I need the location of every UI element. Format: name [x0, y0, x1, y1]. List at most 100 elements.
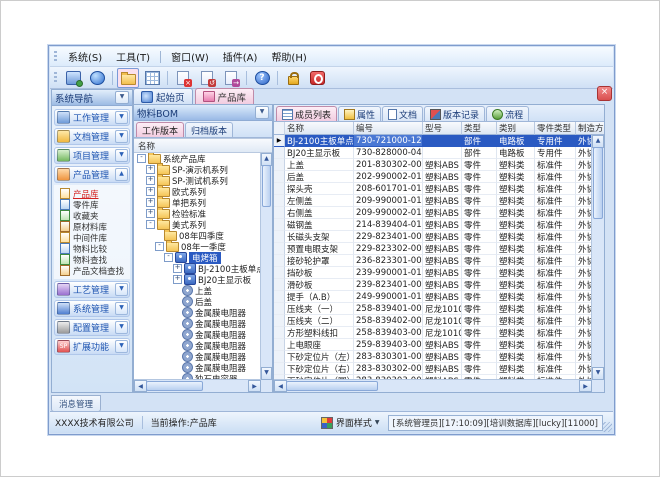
chevron-down-icon[interactable]: ▼: [115, 321, 128, 334]
sidebar-section-产品管理[interactable]: 产品管理▲: [54, 166, 130, 183]
sync-monitor-button[interactable]: [62, 68, 84, 88]
expand-icon[interactable]: +: [146, 165, 155, 174]
doc-delete-button[interactable]: [172, 68, 194, 88]
sidebar-item-物料比较[interactable]: 物料比较: [60, 243, 130, 254]
sidebar-section-系统管理[interactable]: 系统管理▼: [54, 300, 130, 317]
menu-item-2[interactable]: 工具(T): [109, 47, 157, 66]
expand-icon[interactable]: +: [146, 209, 155, 218]
table-row[interactable]: 左侧盖209-990001-01X塑料ABS零件塑料类标准件外协条: [274, 195, 592, 207]
table-row[interactable]: 预置电眼支架229-823302-00X塑料ABS零件塑料类标准件外协条: [274, 243, 592, 255]
detail-tab-文档[interactable]: 文档: [382, 106, 423, 121]
doc-refresh-button[interactable]: [196, 68, 218, 88]
ui-style-button[interactable]: 界面样式 ▼: [317, 416, 384, 429]
detail-tab-属性[interactable]: 属性: [338, 106, 381, 121]
table-row[interactable]: 下砂定位片（左）283-830301-00X塑料ABS零件塑料类标准件外协条: [274, 351, 592, 363]
chevron-down-icon[interactable]: ▼: [115, 149, 128, 162]
scroll-thumb[interactable]: [593, 147, 603, 219]
scroll-right-arrow[interactable]: ▶: [248, 380, 261, 392]
expand-icon[interactable]: +: [146, 187, 155, 196]
tree-node-金属膜电阻器[interactable]: 金属膜电阻器: [134, 362, 261, 373]
table-row[interactable]: 上盖201-830302-00X塑料ABS零件塑料类标准件外协条: [274, 159, 592, 171]
expand-icon[interactable]: +: [146, 176, 155, 185]
chevron-down-icon[interactable]: ▼: [115, 111, 128, 124]
sidebar-item-零件库[interactable]: 零件库: [60, 199, 130, 210]
column-header-类别[interactable]: 类别: [497, 122, 535, 135]
lock-button[interactable]: [282, 68, 304, 88]
bom-tab-归档版本[interactable]: 归档版本: [185, 122, 233, 137]
sidebar-section-扩展功能[interactable]: 扩展功能▼: [54, 338, 130, 355]
scroll-right-arrow[interactable]: ▶: [579, 380, 592, 392]
scroll-thumb[interactable]: [262, 165, 271, 207]
tree-node-检验标准[interactable]: +检验标准: [134, 208, 261, 219]
column-header-类型[interactable]: 类型: [462, 122, 497, 135]
tree-node-欧式系列[interactable]: +欧式系列: [134, 186, 261, 197]
tree-node-金属膜电阻器[interactable]: 金属膜电阻器: [134, 307, 261, 318]
doc-tab-起始页[interactable]: 起始页: [133, 88, 193, 104]
sidebar-section-工艺管理[interactable]: 工艺管理▼: [54, 281, 130, 298]
tree-node-SP-测试机系列[interactable]: +SP-测试机系列: [134, 175, 261, 186]
open-folder-button[interactable]: [117, 68, 139, 88]
message-panel-tab[interactable]: 消息管理: [51, 395, 101, 412]
tree-node-BJ20主显示板[interactable]: +BJ20主显示板: [134, 274, 261, 285]
sidebar-section-工作管理[interactable]: 工作管理▼: [54, 109, 130, 126]
chevron-down-icon[interactable]: ▼: [115, 283, 128, 296]
chevron-down-icon[interactable]: ▼: [115, 340, 128, 353]
chevron-down-icon[interactable]: ▼: [115, 302, 128, 315]
expand-icon[interactable]: +: [173, 264, 182, 273]
collapse-icon[interactable]: -: [146, 220, 155, 229]
chevron-down-icon[interactable]: ▼: [115, 130, 128, 143]
sidebar-pin-button[interactable]: ▼: [115, 91, 129, 104]
grid-horizontal-scrollbar[interactable]: ◀ ▶: [274, 379, 592, 392]
sidebar-item-产品库[interactable]: 产品库: [60, 188, 130, 199]
exit-button[interactable]: [306, 68, 328, 88]
table-row[interactable]: 磁钢盖214-839404-01X塑料ABS零件塑料类标准件外协条: [274, 219, 592, 231]
collapse-icon[interactable]: -: [155, 242, 164, 251]
table-row[interactable]: 方形塑料线扣258-839403-00X尼龙1010零件塑料类标准件外协条: [274, 327, 592, 339]
table-row[interactable]: 右侧盖209-990002-01X塑料ABS零件塑料类标准件外协条: [274, 207, 592, 219]
tree-node-单把系列[interactable]: +单把系列: [134, 197, 261, 208]
tree-node-金属膜电阻器[interactable]: 金属膜电阻器: [134, 340, 261, 351]
table-row[interactable]: 上电眼座259-839403-00X塑料ABS零件塑料类标准件外协条: [274, 339, 592, 351]
sidebar-item-中间件库[interactable]: 中间件库: [60, 232, 130, 243]
detail-tab-成员列表[interactable]: 成员列表: [276, 106, 337, 121]
tree-vertical-scrollbar[interactable]: ▲ ▼: [260, 153, 272, 380]
menu-item-4[interactable]: 插件(A): [216, 47, 265, 66]
menu-item-3[interactable]: 窗口(W): [164, 47, 216, 66]
sidebar-item-物料查找[interactable]: 物料查找: [60, 254, 130, 265]
grid-view-button[interactable]: [141, 68, 163, 88]
expand-icon[interactable]: +: [146, 198, 155, 207]
tree-horizontal-scrollbar[interactable]: ◀ ▶: [134, 379, 261, 392]
table-row[interactable]: ▶BJ-2100主板单点730-721000-12X部件电路板专用件外协颗: [274, 135, 592, 147]
tree-node-金属膜电阻器[interactable]: 金属膜电阻器: [134, 318, 261, 329]
expand-icon[interactable]: +: [173, 275, 182, 284]
table-row[interactable]: 滑砂板239-823401-00X塑料ABS零件塑料类标准件外协条: [274, 279, 592, 291]
detail-tab-流程[interactable]: 流程: [486, 106, 529, 121]
scroll-down-arrow[interactable]: ▼: [592, 367, 604, 380]
tree-node-后盖[interactable]: 后盖: [134, 296, 261, 307]
table-row[interactable]: BJ20主显示板730-828000-04X部件电路板专用件外协颗: [274, 147, 592, 159]
table-row[interactable]: 长磁头支架229-823401-00X塑料ABS零件塑料类标准件外协条: [274, 231, 592, 243]
menu-item-5[interactable]: 帮助(H): [264, 47, 313, 66]
resize-grip[interactable]: [602, 422, 612, 432]
collapse-icon[interactable]: -: [137, 154, 146, 163]
table-row[interactable]: 提手（A.B）249-990001-01X塑料ABS零件塑料类标准件外协条: [274, 291, 592, 303]
sidebar-item-产品文档查找[interactable]: 产品文档查找: [60, 265, 130, 276]
tree-node-金属膜电阻器[interactable]: 金属膜电阻器: [134, 329, 261, 340]
column-header-制造方式[interactable]: 制造方式: [576, 122, 604, 135]
table-row[interactable]: 压线夹（二）258-839402-00X尼龙1010零件塑料类标准件外协条: [274, 315, 592, 327]
sidebar-section-文档管理[interactable]: 文档管理▼: [54, 128, 130, 145]
scroll-thumb[interactable]: [286, 381, 378, 391]
column-header-型号[interactable]: 型号: [423, 122, 462, 135]
scroll-down-arrow[interactable]: ▼: [261, 367, 272, 380]
help-button[interactable]: [251, 68, 273, 88]
column-header-名称[interactable]: 名称: [285, 122, 354, 135]
globe-button[interactable]: [86, 68, 108, 88]
table-row[interactable]: 压线夹（一）258-839401-00X尼龙1010零件塑料类标准件外协条: [274, 303, 592, 315]
column-header-零件类型[interactable]: 零件类型: [535, 122, 576, 135]
table-row[interactable]: 探头壳208-601701-01X塑料ABS零件塑料类标准件外协条: [274, 183, 592, 195]
scroll-thumb[interactable]: [146, 381, 203, 391]
table-row[interactable]: 接砂轮护罩236-823301-00X塑料ABS零件塑料类标准件外协条: [274, 255, 592, 267]
table-row[interactable]: 下砂定位片（右）283-830302-00X塑料ABS零件塑料类标准件外协条: [274, 363, 592, 375]
tree-node-08年一季度[interactable]: -08年一季度: [134, 241, 261, 252]
bom-tab-工作版本[interactable]: 工作版本: [136, 122, 184, 137]
